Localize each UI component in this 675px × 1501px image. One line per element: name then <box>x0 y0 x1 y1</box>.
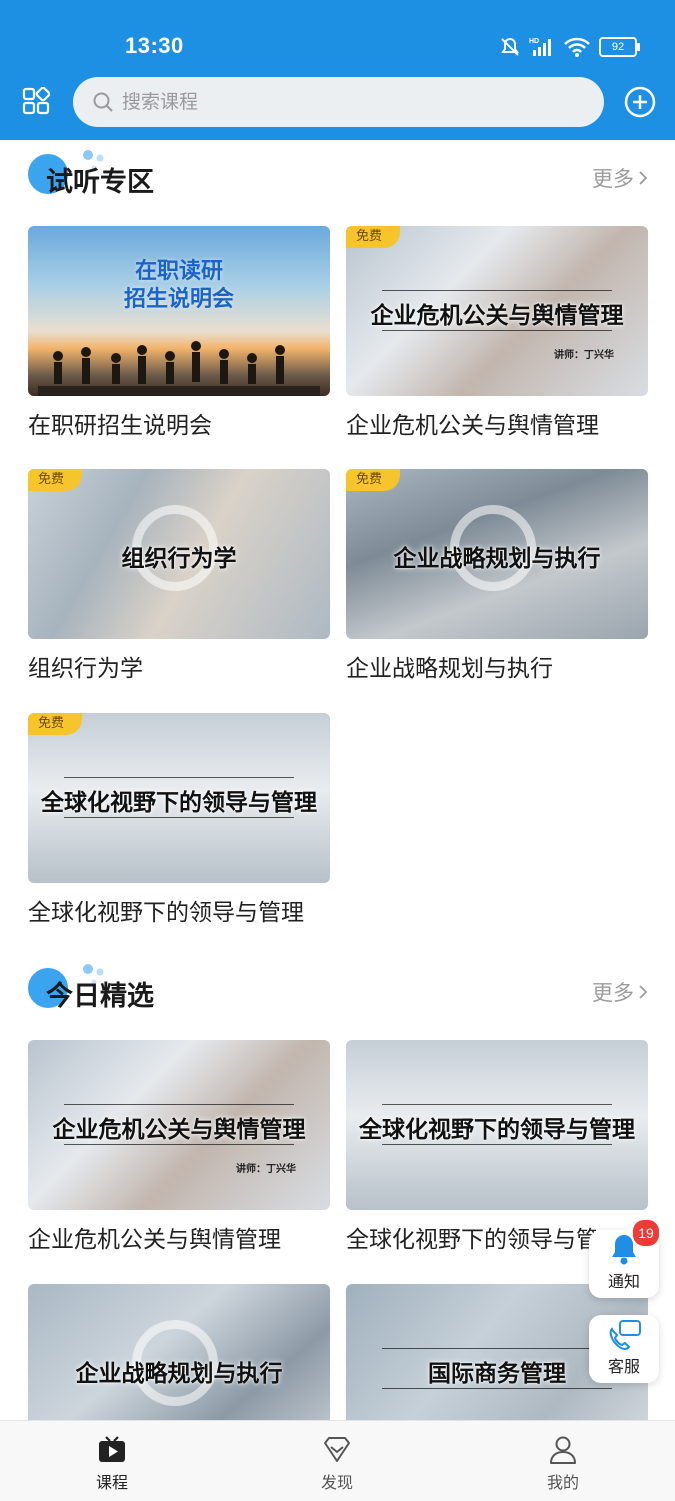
free-badge: 免费 <box>28 469 83 491</box>
section-header-today: 今日精选 更多 <box>28 964 648 1014</box>
status-icons: HD 92 <box>499 35 640 59</box>
course-card[interactable]: 免费 企业战略规划与执行 企业战略规划与执行 <box>346 469 648 683</box>
nav-label: 发现 <box>320 1473 353 1492</box>
course-thumbnail: 免费 全球化视野下的领导与管理 <box>28 713 330 883</box>
free-badge: 免费 <box>346 226 401 248</box>
svg-text:HD: HD <box>529 38 539 45</box>
search-bar[interactable] <box>73 77 604 127</box>
more-link[interactable]: 更多 <box>592 163 648 193</box>
chevron-right-icon <box>639 171 648 185</box>
thumbnail-title: 企业危机公关与舆情管理 <box>52 1117 306 1143</box>
course-title: 企业危机公关与舆情管理 <box>346 413 599 439</box>
course-title: 在职研招生说明会 <box>28 413 212 439</box>
thumbnail-title: 企业战略规划与执行 <box>75 1361 283 1387</box>
signal-icon: HD <box>529 38 551 56</box>
section-title: 今日精选 <box>46 981 154 1012</box>
nav-item-mine[interactable]: 我的 <box>523 1435 603 1493</box>
more-label: 更多 <box>592 167 634 191</box>
more-label: 更多 <box>592 981 634 1005</box>
more-link[interactable]: 更多 <box>592 977 648 1007</box>
course-thumbnail: 企业危机公关与舆情管理 讲师：丁兴华 <box>28 1040 330 1210</box>
course-card[interactable]: 免费 企业危机公关与舆情管理 讲师：丁兴华 企业危机公关与舆情管理 <box>346 226 648 440</box>
free-badge: 免费 <box>28 713 83 735</box>
tv-play-icon <box>99 1436 125 1462</box>
diamond-icon <box>324 1437 350 1462</box>
course-card[interactable]: 免费 全球化视野下的领导与管理 全球化视野下的领导与管理 <box>28 713 330 927</box>
chevron-right-icon <box>639 985 648 999</box>
course-thumbnail: 免费 组织行为学 <box>28 469 330 639</box>
add-circle-icon[interactable] <box>624 86 656 118</box>
course-title: 全球化视野下的领导与管理 <box>346 1227 596 1253</box>
thumbnail-title: 在职读研 招生说明会 <box>123 259 234 312</box>
course-thumbnail: 全球化视野下的领导与管理 <box>346 1040 648 1210</box>
bottom-navigation: 课程 发现 我的 <box>0 1420 675 1501</box>
thumbnail-title: 企业危机公关与舆情管理 <box>370 303 624 329</box>
section-header-trial: 试听专区 更多 <box>28 150 648 200</box>
notify-button[interactable]: 19 通知 <box>589 1218 661 1298</box>
thumbnail-title: 全球化视野下的领导与管理 <box>359 1117 635 1143</box>
nav-item-discover[interactable]: 发现 <box>297 1435 377 1493</box>
thumbnail-title: 组织行为学 <box>121 546 237 572</box>
thumbnail-title: 企业战略规划与执行 <box>393 546 601 572</box>
grid-menu-icon[interactable] <box>22 87 50 115</box>
top-bar: 13:30 HD 92 <box>0 0 675 140</box>
customer-service-button[interactable]: 客服 <box>589 1315 659 1383</box>
thumbnail-title: 全球化视野下的领导与管理 <box>41 790 317 816</box>
lecturer-label: 讲师：丁兴华 <box>554 350 614 361</box>
status-time: 13:30 <box>125 33 184 58</box>
search-icon <box>93 92 113 112</box>
phone-chat-icon <box>609 1320 641 1351</box>
course-thumbnail: 在职读研 招生说明会 <box>28 226 330 396</box>
notify-count-badge: 19 <box>631 1218 661 1248</box>
nav-label: 我的 <box>546 1473 579 1492</box>
course-thumbnail: 免费 企业战略规划与执行 <box>346 469 648 639</box>
course-title: 组织行为学 <box>28 656 143 682</box>
free-badge: 免费 <box>346 469 401 491</box>
person-icon <box>550 1436 576 1464</box>
course-title: 企业危机公关与舆情管理 <box>28 1227 281 1253</box>
nav-label: 课程 <box>95 1473 128 1492</box>
lecturer-label: 讲师：丁兴华 <box>236 1164 296 1175</box>
course-card[interactable]: 免费 组织行为学 组织行为学 <box>28 469 330 683</box>
course-thumbnail: 免费 企业危机公关与舆情管理 讲师：丁兴华 <box>346 226 648 396</box>
course-title: 企业战略规划与执行 <box>346 656 553 682</box>
course-card[interactable]: 全球化视野下的领导与管理 全球化视野下的领导与管理 <box>346 1040 648 1254</box>
wifi-icon <box>564 37 590 57</box>
mute-bell-icon <box>501 37 519 56</box>
search-input[interactable] <box>120 90 564 114</box>
course-card[interactable]: 在职读研 招生说明会 在职研招生说明会 <box>28 226 330 440</box>
nav-item-courses[interactable]: 课程 <box>72 1435 152 1493</box>
course-card[interactable]: 企业危机公关与舆情管理 讲师：丁兴华 企业危机公关与舆情管理 <box>28 1040 330 1254</box>
course-title: 全球化视野下的领导与管理 <box>28 900 304 926</box>
battery-indicator: 92 <box>599 37 640 57</box>
service-label: 客服 <box>607 1357 640 1376</box>
notify-label: 通知 <box>607 1272 640 1291</box>
people-silhouette-icon <box>38 341 320 396</box>
section-title: 试听专区 <box>46 167 154 198</box>
